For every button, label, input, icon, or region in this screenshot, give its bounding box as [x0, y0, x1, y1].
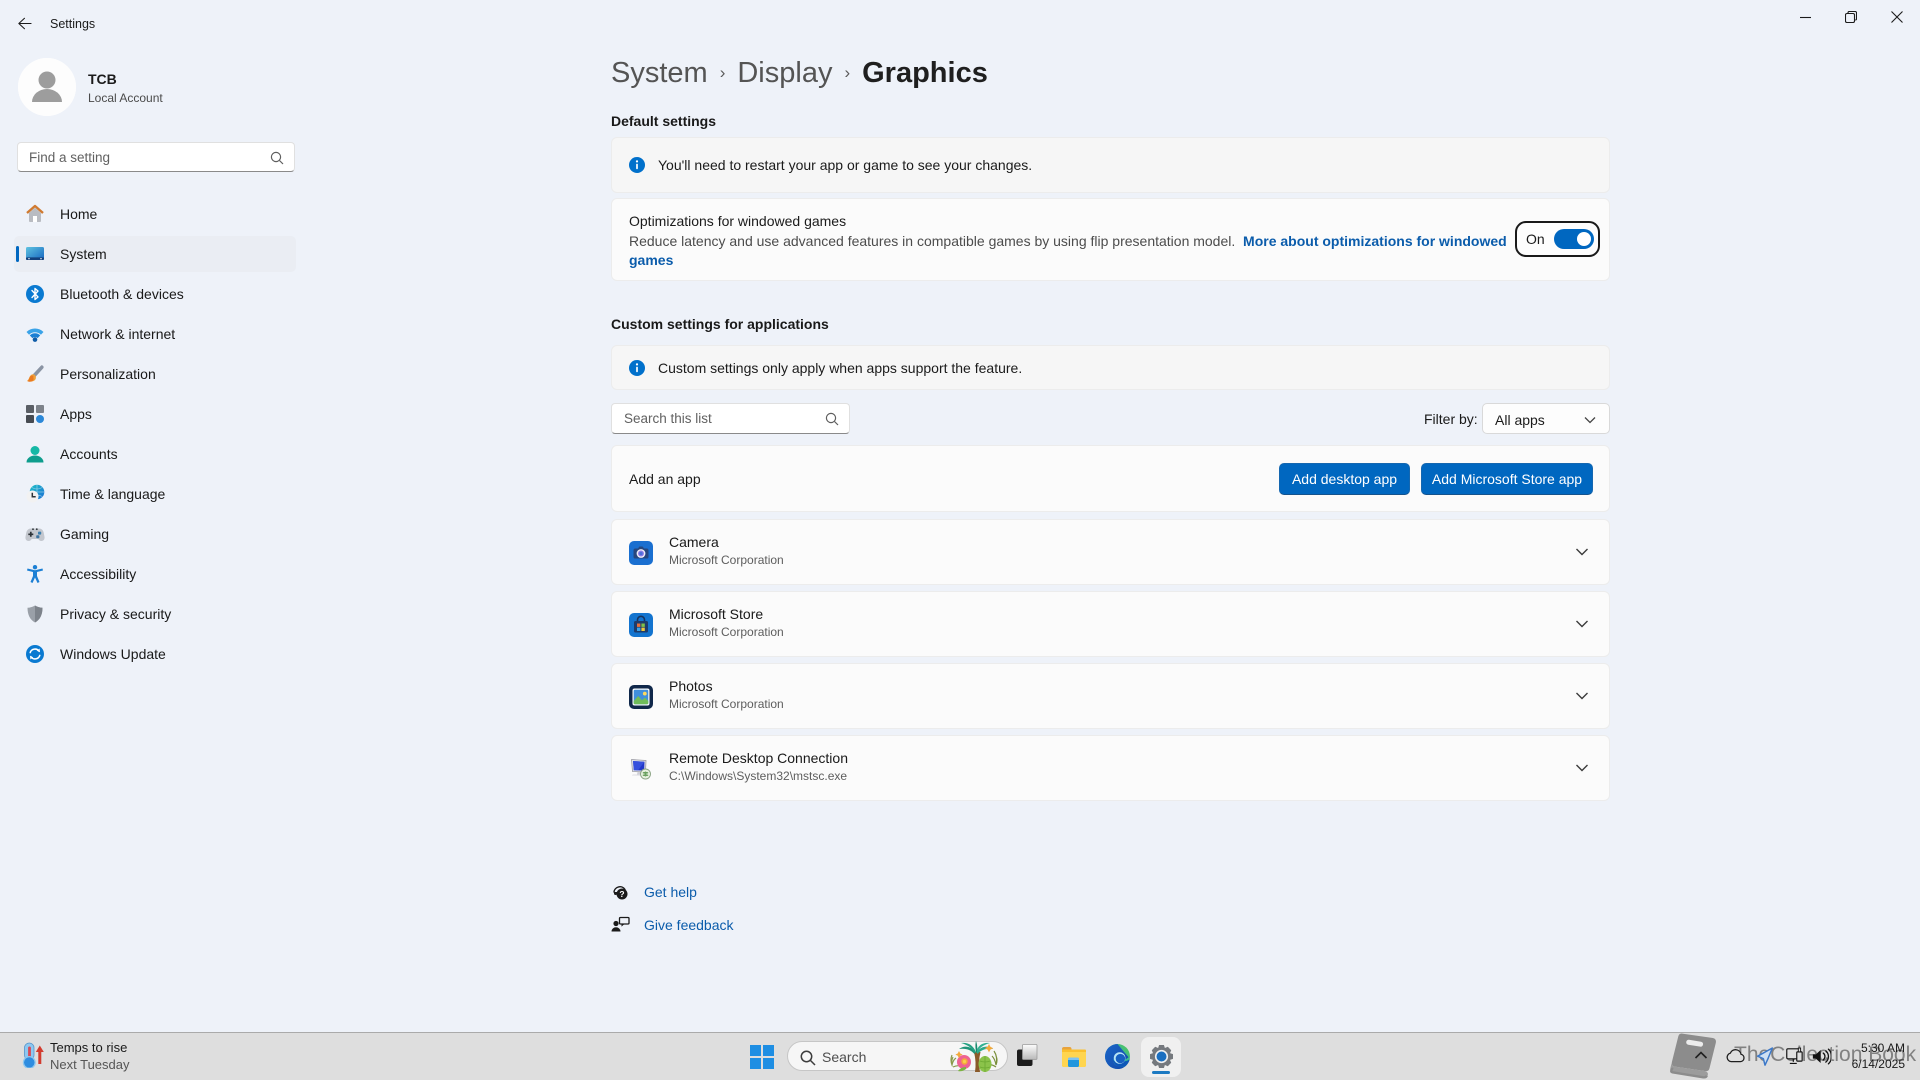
svg-text:?: ? [619, 889, 624, 899]
